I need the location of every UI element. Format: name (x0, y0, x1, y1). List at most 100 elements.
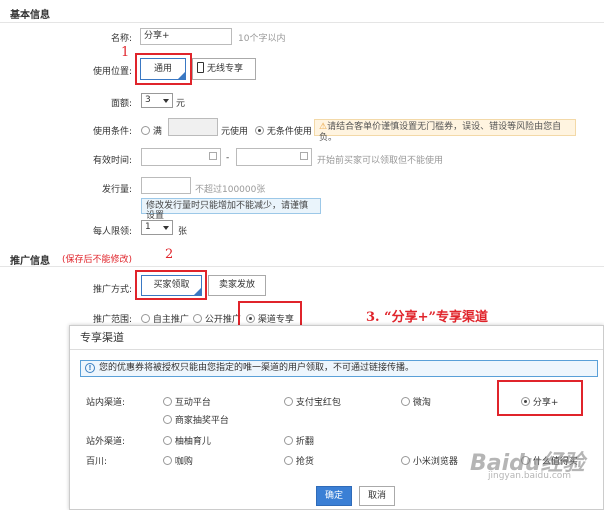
promo-scope-self[interactable]: 自主推广 (141, 312, 189, 325)
valid-separator: - (226, 153, 230, 163)
valid-end-input[interactable] (236, 148, 312, 166)
amount-select-value: 3 (145, 95, 151, 105)
channel-option-hudong[interactable]: 互动平台 (163, 395, 211, 408)
amount-label: 面额: (110, 99, 132, 109)
radio-icon (141, 126, 150, 135)
promo-method-tab-seller-label: 卖家发放 (218, 280, 255, 290)
issue-tip: 修改发行量时只能增加不能减少，请谨慎设置 (141, 198, 321, 221)
phone-icon (197, 62, 204, 73)
confirm-button[interactable]: 确定 (316, 486, 352, 506)
annotation-number-2: 2 (165, 247, 174, 262)
annotation-step-3: 3. “分享+”专享渠道 (366, 310, 488, 325)
row-label-outer: 站外渠道: (86, 437, 126, 447)
promo-scope-label: 推广范围: (92, 315, 132, 325)
channel-option-label: 咖购 (174, 457, 193, 467)
issue-input[interactable] (141, 177, 191, 194)
issue-hint: 不超过100000张 (195, 185, 266, 195)
calendar-icon (300, 152, 308, 160)
channel-option-label: 支付宝红包 (295, 398, 341, 408)
radio-icon (401, 456, 410, 465)
condition-option-none-label: 无条件使用 (266, 127, 312, 137)
promo-method-label: 推广方式: (92, 285, 132, 295)
radio-icon (163, 436, 172, 445)
channel-option-share-plus[interactable]: 分享+ (521, 395, 558, 408)
channel-option-label: 商家抽奖平台 (174, 416, 229, 426)
channel-option-label: 小米浏览器 (412, 457, 458, 467)
section-title-promo: 推广信息 (10, 256, 50, 267)
condition-amount-input[interactable] (168, 118, 218, 136)
condition-option-threshold[interactable]: 满 (141, 124, 162, 137)
promo-scope-self-label: 自主推广 (152, 315, 189, 325)
radio-icon (284, 436, 293, 445)
channel-option-alipay[interactable]: 支付宝红包 (284, 395, 341, 408)
channel-option-label: 柚柚育儿 (174, 437, 211, 447)
row-label-baichuan: 百川: (86, 457, 108, 467)
valid-time-hint: 开始前买家可以领取但不能使用 (317, 156, 444, 166)
issue-label: 发行量: (101, 185, 132, 195)
annotation-box-1 (135, 53, 192, 85)
channel-option-qianghuo[interactable]: 抢货 (284, 454, 314, 467)
watermark-url: jingyan.baidu.com (488, 471, 572, 481)
cancel-button[interactable]: 取消 (359, 486, 395, 506)
exclusive-channel-dialog: 专享渠道 ! 您的优惠券将被授权只能由您指定的唯一渠道的用户领取，不可通过链接传… (69, 325, 604, 510)
promo-method-tab-seller[interactable]: 卖家发放 (208, 275, 266, 296)
channel-option-label: 抢货 (295, 457, 314, 467)
channel-option-label: 折翻 (295, 437, 314, 447)
channel-option-youyou[interactable]: 柚柚育儿 (163, 434, 211, 447)
row-label-inner: 站内渠道: (86, 398, 126, 408)
channel-option-lottery[interactable]: 商家抽奖平台 (163, 413, 229, 426)
radio-icon (141, 314, 150, 323)
promo-scope-public[interactable]: 公开推广 (193, 312, 241, 325)
radio-icon (163, 456, 172, 465)
condition-unit: 元使用 (221, 127, 249, 137)
position-tab-wireless-label: 无线专享 (207, 64, 244, 74)
limit-select-value: 1 (145, 222, 151, 232)
limit-unit: 张 (178, 227, 188, 237)
annotation-box-3a (238, 301, 302, 327)
amount-unit: 元 (176, 99, 186, 109)
info-icon: ! (85, 363, 95, 373)
position-label: 使用位置: (92, 67, 132, 77)
valid-start-input[interactable] (141, 148, 221, 166)
dialog-info-bar: ! 您的优惠券将被授权只能由您指定的唯一渠道的用户领取，不可通过链接传播。 (80, 360, 598, 377)
amount-select[interactable]: 3 (141, 93, 173, 108)
radio-icon (521, 397, 530, 406)
dialog-info-text: 您的优惠券将被授权只能由您指定的唯一渠道的用户领取，不可通过链接传播。 (99, 363, 415, 373)
chevron-down-icon (163, 226, 169, 230)
promo-note: (保存后不能修改) (62, 255, 133, 265)
channel-option-zhefan[interactable]: 折翻 (284, 434, 314, 447)
radio-icon (163, 415, 172, 424)
calendar-icon (209, 152, 217, 160)
dialog-title: 专享渠道 (70, 326, 603, 350)
position-tab-wireless[interactable]: 无线专享 (192, 58, 256, 80)
condition-warning-text: 请结合客单价谨慎设置无门槛券，误设、错设等风险由您自负。 (319, 122, 562, 143)
name-hint: 10个字以内 (238, 34, 286, 44)
section-title-basic: 基本信息 (10, 10, 50, 21)
name-input[interactable]: 分享+ (140, 28, 232, 45)
limit-select[interactable]: 1 (141, 220, 173, 235)
channel-option-weitao[interactable]: 微淘 (401, 395, 431, 408)
channel-option-kagou[interactable]: 咖购 (163, 454, 193, 467)
condition-option-none[interactable]: 无条件使用 (255, 124, 312, 137)
condition-label: 使用条件: (92, 127, 132, 137)
name-label: 名称: (110, 34, 132, 44)
channel-option-label: 微淘 (412, 398, 431, 408)
radio-icon (284, 456, 293, 465)
chevron-down-icon (163, 99, 169, 103)
radio-icon (401, 397, 410, 406)
promo-scope-public-label: 公开推广 (204, 315, 241, 325)
channel-option-xiaomi[interactable]: 小米浏览器 (401, 454, 458, 467)
condition-option-threshold-label: 满 (152, 127, 162, 137)
channel-option-label: 分享+ (532, 398, 559, 408)
radio-icon (284, 397, 293, 406)
condition-warning: ⚠请结合客单价谨慎设置无门槛券，误设、错设等风险由您自负。 (314, 119, 576, 143)
annotation-box-2 (135, 270, 207, 300)
limit-label: 每人限领: (92, 227, 132, 237)
radio-icon (193, 314, 202, 323)
bell-icon: ⚠ (319, 122, 328, 132)
radio-icon (255, 126, 264, 135)
annotation-number-1: 1 (121, 45, 130, 60)
radio-icon (163, 397, 172, 406)
valid-time-label: 有效时间: (92, 156, 132, 166)
channel-option-label: 互动平台 (174, 398, 211, 408)
